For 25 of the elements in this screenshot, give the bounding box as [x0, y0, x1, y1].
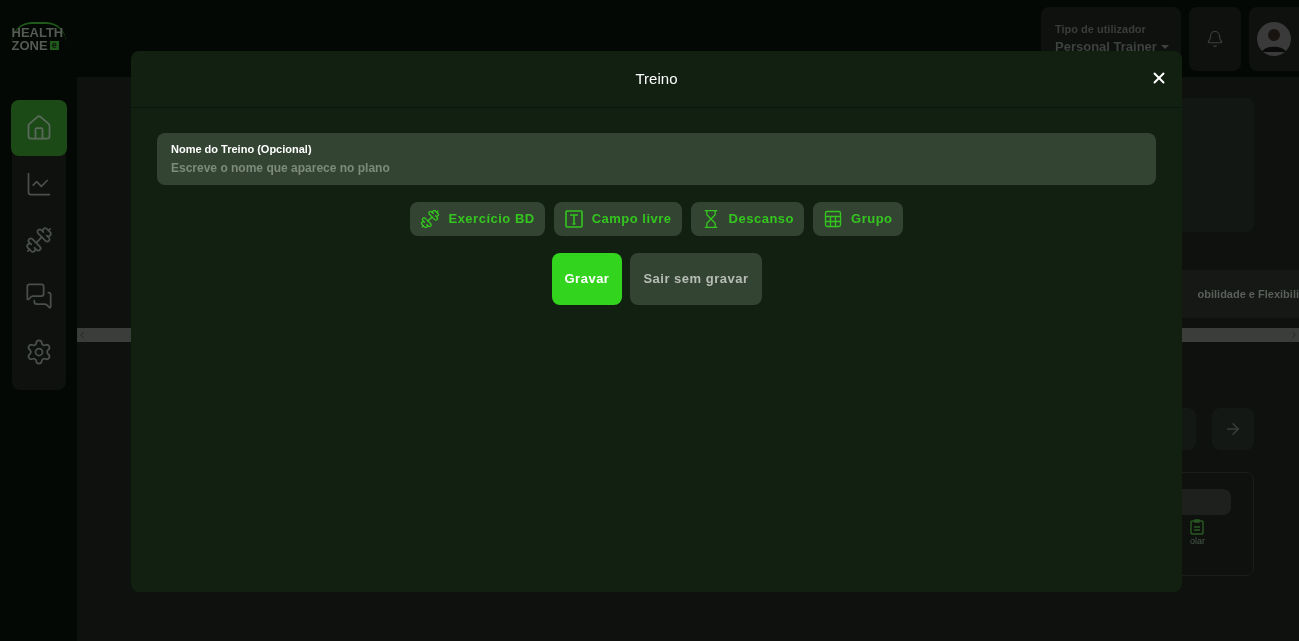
add-block-button[interactable]: Grupo: [813, 202, 903, 236]
logo: HEALTH ZONE e: [11, 22, 66, 56]
avatar-icon: [1257, 21, 1291, 56]
name-input[interactable]: Escreve o nome que aparece no plano: [171, 159, 1142, 178]
next-button[interactable]: [1212, 408, 1254, 450]
exit-button[interactable]: Sair sem gravar: [630, 253, 762, 305]
field-label: Nome do Treino (Opcional): [171, 141, 313, 157]
sidebar-item[interactable]: [10, 100, 67, 156]
dumbbell-icon: [24, 226, 53, 254]
modal-title: Treino: [635, 68, 678, 89]
table-icon: [823, 209, 843, 229]
dumbbell-icon: [420, 209, 441, 229]
workout-name-field[interactable]: Nome do Treino (Opcional) Escreve o nome que aparece no plano: [157, 133, 1156, 185]
text-icon: [563, 209, 584, 229]
add-block-button[interactable]: Exercício BD: [410, 202, 545, 236]
category-tab[interactable]: obilidade e Flexibili: [1197, 285, 1299, 303]
clipboard-icon: [1190, 519, 1205, 535]
arrow-right-icon: [1224, 420, 1242, 438]
avatar[interactable]: [1249, 6, 1299, 71]
scroll-left-icon: [77, 330, 87, 340]
add-block-button[interactable]: Descanso: [690, 202, 804, 236]
add-block-button[interactable]: Campo livre: [553, 202, 682, 236]
paste-label: olar: [1190, 535, 1205, 548]
bell-icon: [1206, 29, 1224, 48]
chat-icon: [24, 282, 53, 310]
